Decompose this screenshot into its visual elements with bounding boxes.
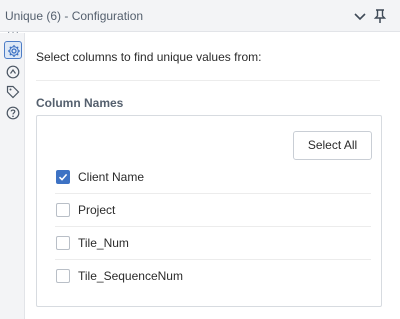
checkbox-project[interactable] [56, 203, 70, 217]
ellipsis-icon[interactable]: ··· [7, 28, 20, 38]
help-icon[interactable] [4, 104, 22, 122]
column-row-tile-sequencenum[interactable]: Tile_SequenceNum [55, 260, 371, 293]
divider [36, 80, 380, 81]
column-label: Client Name [78, 170, 145, 184]
checkbox-client-name[interactable] [56, 170, 70, 184]
column-row-client-name[interactable]: Client Name [55, 161, 371, 194]
gear-icon[interactable] [4, 41, 22, 59]
column-row-tile-num[interactable]: Tile_Num [55, 227, 371, 260]
window-title: Unique (6) - Configuration [5, 9, 144, 23]
chevron-down-icon[interactable] [352, 8, 368, 24]
column-row-project[interactable]: Project [55, 194, 371, 227]
checkbox-tile-sequencenum[interactable] [56, 269, 70, 283]
checkbox-tile-num[interactable] [56, 236, 70, 250]
column-label: Tile_Num [78, 236, 129, 250]
select-all-button[interactable]: Select All [293, 131, 372, 160]
tag-icon[interactable] [4, 83, 22, 101]
column-list-panel: Select All Client Name Project Tile_Num … [36, 115, 382, 307]
side-toolbar [0, 33, 25, 319]
instruction-text: Select columns to find unique values fro… [36, 50, 262, 64]
pin-icon[interactable] [372, 8, 388, 24]
column-names-heading: Column Names [36, 96, 124, 110]
window-header: Unique (6) - Configuration [0, 0, 400, 32]
connections-icon[interactable] [4, 63, 22, 81]
column-label: Tile_SequenceNum [78, 269, 183, 283]
column-label: Project [78, 203, 116, 217]
